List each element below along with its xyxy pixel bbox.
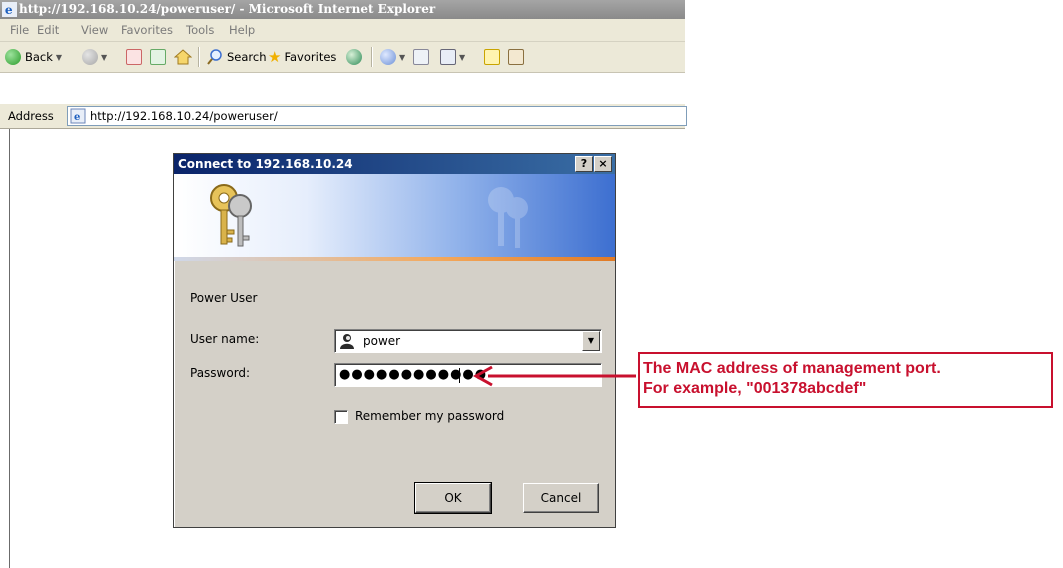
dialog-titlebar: Connect to 192.168.10.24 ? × — [174, 154, 615, 174]
refresh-icon — [150, 49, 166, 65]
window-titlebar: e http://192.168.10.24/poweruser/ - Micr… — [0, 0, 685, 19]
remember-label[interactable]: Remember my password — [355, 409, 504, 423]
menu-help[interactable]: Help — [229, 23, 255, 37]
history-icon — [346, 49, 362, 65]
search-label: Search — [227, 50, 267, 64]
toolbar: Back ▼ ▼ Search ★ Favorites ▼ ▼ — [0, 42, 685, 73]
annotation-line-1: The MAC address of management port. — [643, 360, 941, 377]
menu-file[interactable]: File — [10, 23, 29, 37]
username-label: User name: — [190, 332, 260, 346]
edit-button[interactable]: ▼ — [440, 48, 465, 66]
menu-edit[interactable]: Edit — [37, 23, 59, 37]
text-caret — [459, 368, 460, 383]
refresh-button[interactable] — [150, 48, 166, 66]
stop-button[interactable] — [126, 48, 142, 66]
back-button[interactable]: Back ▼ — [5, 48, 62, 66]
chevron-down-icon: ▼ — [399, 52, 406, 62]
username-dropdown-arrow[interactable]: ▼ — [582, 331, 600, 351]
address-url: http://192.168.10.24/poweruser/ — [90, 109, 278, 123]
back-arrow-icon — [5, 49, 21, 65]
menu-favorites[interactable]: Favorites — [121, 23, 173, 37]
stop-icon — [126, 49, 142, 65]
address-label: Address — [8, 109, 54, 123]
search-button[interactable]: Search — [207, 48, 267, 66]
toolbar-separator — [371, 47, 373, 67]
username-field[interactable]: power ▼ — [334, 329, 602, 353]
keys-icon — [210, 184, 252, 247]
username-value: power — [363, 334, 401, 348]
remember-checkbox[interactable] — [334, 410, 348, 424]
menu-tools[interactable]: Tools — [186, 23, 214, 37]
star-icon: ★ — [268, 48, 282, 66]
ie-logo-icon: e — [2, 2, 17, 17]
research-icon — [508, 49, 524, 65]
favorites-button[interactable]: ★ Favorites — [268, 48, 336, 66]
favorites-label: Favorites — [284, 50, 337, 64]
toolbar-separator — [198, 47, 200, 67]
login-dialog: Connect to 192.168.10.24 ? × Power User … — [173, 153, 616, 528]
chevron-down-icon: ▼ — [459, 52, 466, 62]
forward-arrow-icon — [82, 49, 98, 65]
cancel-button[interactable]: Cancel — [523, 483, 599, 513]
menu-bar: File Edit View Favorites Tools Help — [0, 19, 685, 42]
back-label: Back — [25, 50, 53, 64]
mail-button[interactable]: ▼ — [380, 48, 405, 66]
chevron-down-icon: ▼ — [101, 52, 108, 62]
annotation-arrow — [472, 365, 636, 387]
forward-button[interactable]: ▼ — [82, 48, 107, 66]
print-button[interactable] — [413, 48, 429, 66]
window-title: http://192.168.10.24/poweruser/ - Micros… — [19, 2, 436, 16]
research-button[interactable] — [508, 48, 524, 66]
address-bar: Address e http://192.168.10.24/poweruser… — [0, 103, 687, 129]
home-button[interactable] — [174, 48, 192, 66]
close-button[interactable]: × — [594, 156, 612, 172]
user-icon — [340, 334, 354, 349]
home-icon — [174, 49, 192, 65]
annotation-callout: The MAC address of management port. For … — [638, 352, 1053, 408]
password-label: Password: — [190, 366, 251, 380]
print-icon — [413, 49, 429, 65]
dialog-banner — [174, 174, 615, 261]
menu-view[interactable]: View — [81, 23, 108, 37]
realm-label: Power User — [190, 291, 258, 305]
banner-stripe — [174, 257, 615, 261]
svg-text:e: e — [74, 112, 80, 123]
svg-text:e: e — [5, 3, 13, 17]
discuss-button[interactable] — [484, 48, 500, 66]
search-icon — [207, 49, 222, 65]
discuss-icon — [484, 49, 500, 65]
annotation-line-2: For example, "001378abcdef" — [643, 380, 867, 397]
keys-watermark-icon — [488, 187, 528, 248]
dialog-title: Connect to 192.168.10.24 — [178, 157, 353, 171]
ok-button[interactable]: OK — [414, 482, 492, 514]
page-icon: e — [70, 108, 86, 124]
history-button[interactable] — [346, 48, 362, 66]
chevron-down-icon: ▼ — [55, 52, 63, 62]
password-value: ●●●●●●●●●●●● — [339, 367, 488, 382]
edit-icon — [440, 49, 456, 65]
address-input[interactable]: e http://192.168.10.24/poweruser/ — [67, 106, 687, 126]
mail-icon — [380, 49, 396, 65]
help-button[interactable]: ? — [575, 156, 593, 172]
